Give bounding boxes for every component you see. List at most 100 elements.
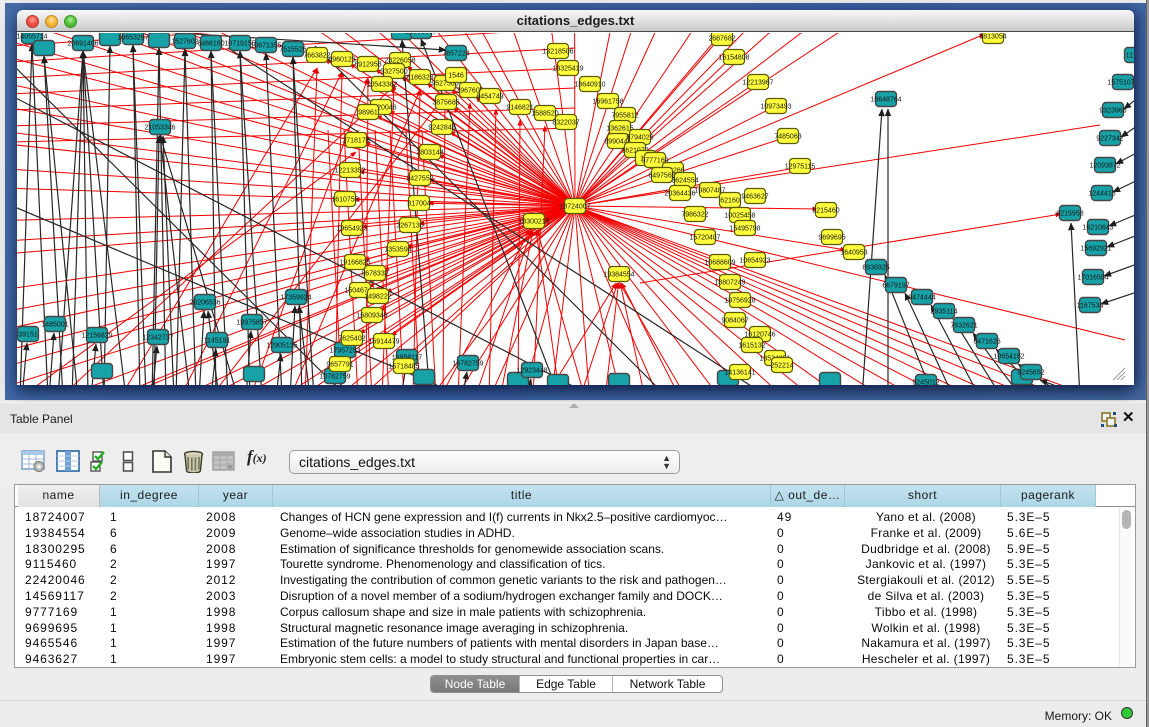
svg-text:13325419: 13325419 xyxy=(552,65,583,72)
svg-text:9227342: 9227342 xyxy=(1096,135,1123,142)
svg-text:9245652: 9245652 xyxy=(1017,369,1044,376)
svg-text:17359924: 17359924 xyxy=(280,294,311,301)
svg-text:9084067: 9084067 xyxy=(721,317,748,324)
svg-text:17016504: 17016504 xyxy=(1077,274,1108,281)
svg-text:7857224: 7857224 xyxy=(442,50,469,57)
svg-text:98961: 98961 xyxy=(358,109,378,116)
svg-text:12923448: 12923448 xyxy=(516,367,547,374)
svg-text:16782759: 16782759 xyxy=(452,360,483,367)
svg-text:10543362: 10543362 xyxy=(366,81,397,88)
svg-text:15718485: 15718485 xyxy=(388,363,419,370)
svg-text:15495798: 15495798 xyxy=(729,225,760,232)
svg-text:3875685: 3875685 xyxy=(432,99,459,106)
svg-text:7632621: 7632621 xyxy=(950,322,977,329)
svg-text:8186328: 8186328 xyxy=(406,74,433,81)
svg-text:10654923: 10654923 xyxy=(739,257,770,264)
svg-text:7986322: 7986322 xyxy=(681,211,708,218)
svg-text:16210643: 16210643 xyxy=(1082,224,1113,231)
svg-text:1353594: 1353594 xyxy=(384,246,411,253)
svg-text:21053346: 21053346 xyxy=(144,124,175,131)
svg-text:16914479: 16914479 xyxy=(368,338,399,345)
svg-text:7485063: 7485063 xyxy=(774,133,801,140)
svg-text:1244415: 1244415 xyxy=(1088,190,1115,197)
svg-text:16961758: 16961758 xyxy=(592,98,623,105)
svg-text:18807249: 18807249 xyxy=(714,279,745,286)
svg-text:17957253: 17957253 xyxy=(329,347,360,354)
svg-text:10973493: 10973493 xyxy=(760,103,791,110)
svg-text:14055714: 14055714 xyxy=(17,33,48,40)
svg-text:8454749: 8454749 xyxy=(476,93,503,100)
svg-text:20364436: 20364436 xyxy=(664,190,695,197)
svg-text:8938925: 8938925 xyxy=(862,264,889,271)
svg-text:6679197: 6679197 xyxy=(882,282,909,289)
svg-text:3624554: 3624554 xyxy=(671,177,698,184)
svg-text:15751074: 15751074 xyxy=(1107,79,1134,86)
svg-text:2935114: 2935114 xyxy=(931,308,958,315)
svg-text:8912958: 8912958 xyxy=(354,61,381,68)
svg-text:9474444: 9474444 xyxy=(908,294,935,301)
svg-text:1485001: 1485001 xyxy=(41,321,68,328)
svg-text:12905135: 12905135 xyxy=(266,342,297,349)
svg-text:10688609: 10688609 xyxy=(704,259,735,266)
svg-text:7625402: 7625402 xyxy=(338,335,365,342)
svg-text:2687682: 2687682 xyxy=(708,35,735,42)
svg-text:12213352: 12213352 xyxy=(334,167,365,174)
svg-text:10671355: 10671355 xyxy=(250,42,281,49)
svg-text:20691406: 20691406 xyxy=(67,40,98,47)
svg-text:9323966: 9323966 xyxy=(1099,107,1126,114)
svg-text:9242848: 9242848 xyxy=(428,124,455,131)
svg-text:12975115: 12975115 xyxy=(785,163,816,170)
svg-text:9215460: 9215460 xyxy=(812,207,839,214)
svg-text:6466160: 6466160 xyxy=(197,40,224,47)
svg-text:18640910: 18640910 xyxy=(574,81,605,88)
svg-text:1498222: 1498222 xyxy=(364,293,391,300)
svg-text:8678332: 8678332 xyxy=(361,270,388,277)
svg-text:7663822: 7663822 xyxy=(303,52,330,59)
svg-text:8322037: 8322037 xyxy=(552,119,579,126)
svg-text:18724007: 18724007 xyxy=(559,203,590,210)
svg-text:12213967: 12213967 xyxy=(742,79,773,86)
svg-text:9146821: 9146821 xyxy=(506,104,533,111)
svg-text:20206536: 20206536 xyxy=(189,299,220,306)
svg-text:16154808: 16154808 xyxy=(718,54,749,61)
svg-text:16648764: 16648764 xyxy=(870,96,901,103)
svg-text:10653267: 10653267 xyxy=(117,34,148,41)
svg-text:1527602: 1527602 xyxy=(171,38,198,45)
svg-text:10654162: 10654162 xyxy=(993,353,1024,360)
svg-text:6794028: 6794028 xyxy=(626,134,653,141)
svg-text:1588520: 1588520 xyxy=(531,110,558,117)
svg-text:16033809: 16033809 xyxy=(405,33,436,35)
svg-text:11172: 11172 xyxy=(1126,52,1134,59)
svg-text:10782759: 10782759 xyxy=(319,373,350,380)
svg-text:10025458: 10025458 xyxy=(724,212,755,219)
svg-text:1615132: 1615132 xyxy=(738,342,765,349)
svg-text:3267130: 3267130 xyxy=(396,222,423,229)
svg-text:9699695: 9699695 xyxy=(818,234,845,241)
svg-text:12156829: 12156829 xyxy=(81,332,112,339)
svg-text:8813054: 8813054 xyxy=(979,33,1006,40)
svg-text:8471626: 8471626 xyxy=(973,338,1000,345)
svg-text:14136141: 14136141 xyxy=(724,369,755,376)
svg-text:12342737: 12342737 xyxy=(142,334,173,341)
svg-text:1145191: 1145191 xyxy=(204,337,231,344)
svg-text:1546: 1546 xyxy=(448,72,464,79)
svg-text:9327500: 9327500 xyxy=(380,68,407,75)
svg-text:9245012: 9245012 xyxy=(912,379,939,385)
svg-text:19975857: 19975857 xyxy=(236,319,267,326)
svg-text:19756928: 19756928 xyxy=(724,297,755,304)
svg-text:15720407: 15720407 xyxy=(689,234,720,241)
svg-text:9463627: 9463627 xyxy=(741,193,768,200)
svg-text:39151: 39151 xyxy=(18,331,38,338)
svg-text:817004: 817004 xyxy=(407,200,430,207)
svg-text:1167534: 1167534 xyxy=(1077,302,1104,309)
svg-text:9427552: 9427552 xyxy=(406,175,433,182)
svg-text:252214: 252214 xyxy=(770,362,793,369)
svg-text:12093872: 12093872 xyxy=(1089,162,1120,169)
svg-text:1640953: 1640953 xyxy=(840,249,867,256)
svg-text:13218506: 13218506 xyxy=(542,48,573,55)
svg-text:8215958: 8215958 xyxy=(1056,210,1083,217)
svg-text:9657791: 9657791 xyxy=(326,361,353,368)
svg-text:16809346: 16809346 xyxy=(356,312,387,319)
svg-text:2803144: 2803144 xyxy=(416,149,443,156)
svg-text:8960123: 8960123 xyxy=(328,56,355,63)
